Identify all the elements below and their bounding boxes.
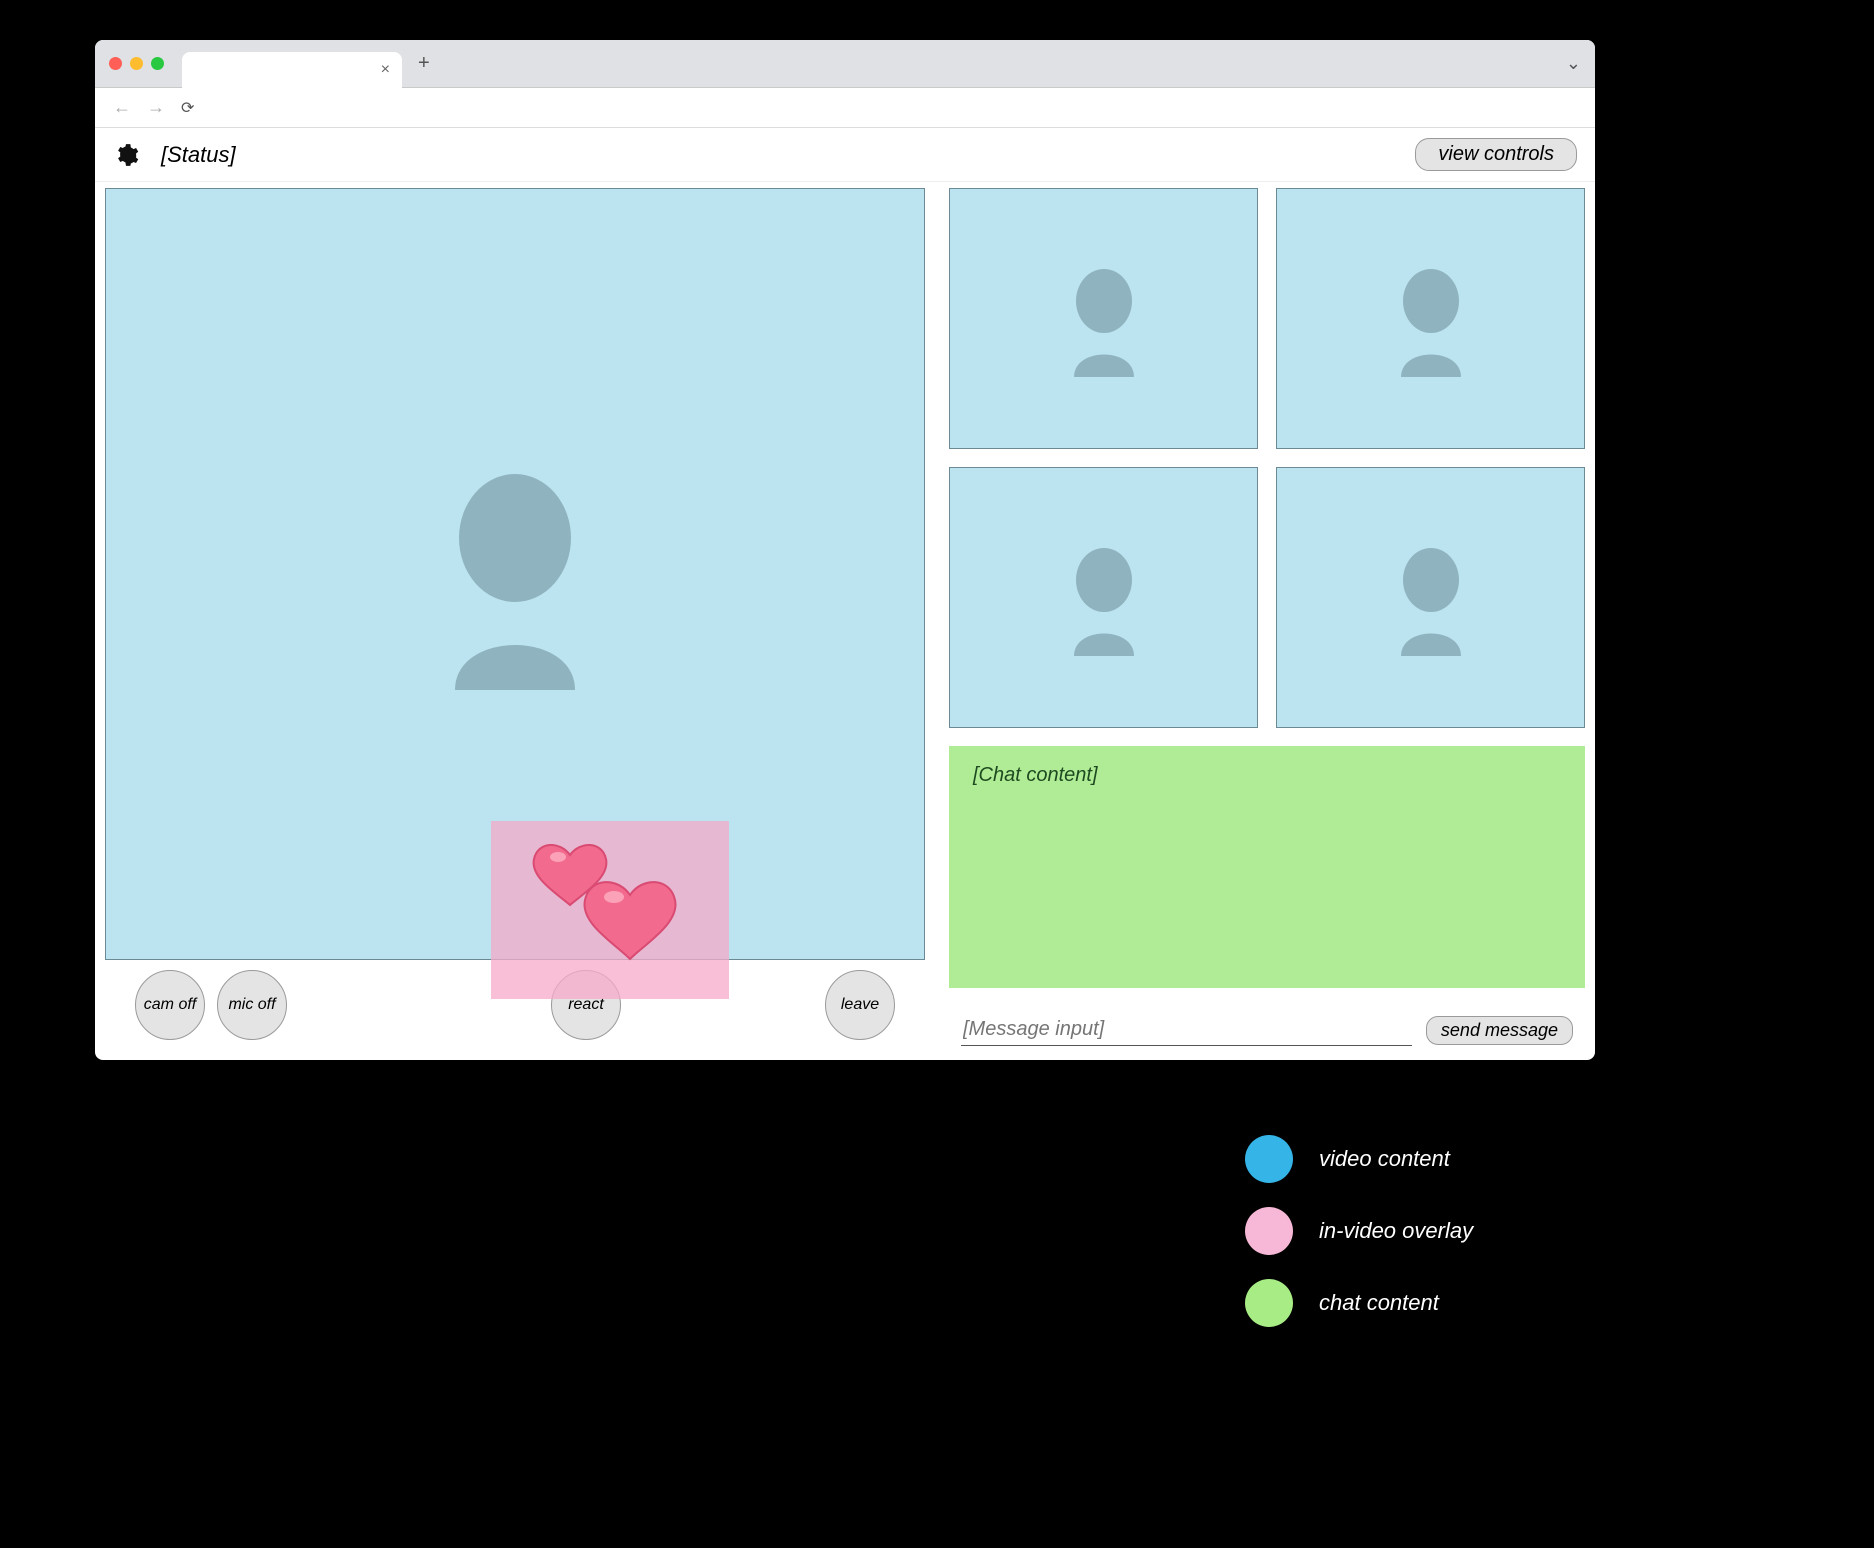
legend-label: in-video overlay bbox=[1319, 1218, 1473, 1244]
chat-input-row: send message bbox=[949, 1006, 1585, 1050]
participant-tile[interactable] bbox=[949, 188, 1258, 449]
browser-toolbar: ← → ⟳ bbox=[95, 88, 1595, 128]
legend-item: in-video overlay bbox=[1245, 1207, 1473, 1255]
browser-tab-bar: × + ⌄ bbox=[95, 40, 1595, 88]
view-controls-button[interactable]: view controls bbox=[1415, 138, 1577, 171]
window-controls bbox=[109, 57, 164, 70]
settings-icon[interactable] bbox=[113, 142, 139, 168]
mic-toggle-button[interactable]: mic off bbox=[217, 970, 287, 1040]
main-content: cam off mic off react leave bbox=[95, 182, 1595, 1060]
avatar-placeholder-icon bbox=[1054, 259, 1154, 379]
send-message-button[interactable]: send message bbox=[1426, 1016, 1573, 1045]
back-icon[interactable]: ← bbox=[113, 97, 131, 118]
close-tab-icon[interactable]: × bbox=[381, 61, 390, 79]
participant-tile[interactable] bbox=[949, 467, 1258, 728]
primary-column: cam off mic off react leave bbox=[105, 188, 925, 1050]
browser-window: × + ⌄ ← → ⟳ [Status] view controls bbox=[95, 40, 1595, 1060]
status-label: [Status] bbox=[161, 142, 236, 168]
tabs-dropdown-icon[interactable]: ⌄ bbox=[1566, 53, 1581, 74]
legend-swatch bbox=[1245, 1279, 1293, 1327]
browser-tab[interactable]: × bbox=[182, 52, 402, 88]
forward-icon[interactable]: → bbox=[147, 97, 165, 118]
minimize-window-icon[interactable] bbox=[130, 57, 143, 70]
close-window-icon[interactable] bbox=[109, 57, 122, 70]
chat-content-area: [Chat content] bbox=[949, 746, 1585, 988]
avatar-placeholder-icon bbox=[1381, 259, 1481, 379]
avatar-placeholder-icon bbox=[1054, 538, 1154, 658]
main-video-tile[interactable] bbox=[105, 188, 925, 960]
hearts-icon bbox=[520, 835, 700, 985]
legend-item: chat content bbox=[1245, 1279, 1473, 1327]
legend-swatch bbox=[1245, 1135, 1293, 1183]
camera-toggle-button[interactable]: cam off bbox=[135, 970, 205, 1040]
participant-tile[interactable] bbox=[1276, 467, 1585, 728]
avatar-placeholder-icon bbox=[1381, 538, 1481, 658]
color-legend: video content in-video overlay chat cont… bbox=[1245, 1135, 1473, 1327]
reaction-overlay bbox=[491, 821, 729, 999]
legend-label: chat content bbox=[1319, 1290, 1439, 1316]
app-header: [Status] view controls bbox=[95, 128, 1595, 182]
legend-swatch bbox=[1245, 1207, 1293, 1255]
participant-grid bbox=[949, 188, 1585, 728]
legend-label: video content bbox=[1319, 1146, 1450, 1172]
maximize-window-icon[interactable] bbox=[151, 57, 164, 70]
leave-button[interactable]: leave bbox=[825, 970, 895, 1040]
legend-item: video content bbox=[1245, 1135, 1473, 1183]
participant-tile[interactable] bbox=[1276, 188, 1585, 449]
secondary-column: [Chat content] send message bbox=[949, 188, 1585, 1050]
reload-icon[interactable]: ⟳ bbox=[181, 98, 194, 118]
message-input[interactable] bbox=[961, 1014, 1412, 1046]
new-tab-icon[interactable]: + bbox=[418, 52, 430, 75]
avatar-placeholder-icon bbox=[415, 454, 615, 694]
